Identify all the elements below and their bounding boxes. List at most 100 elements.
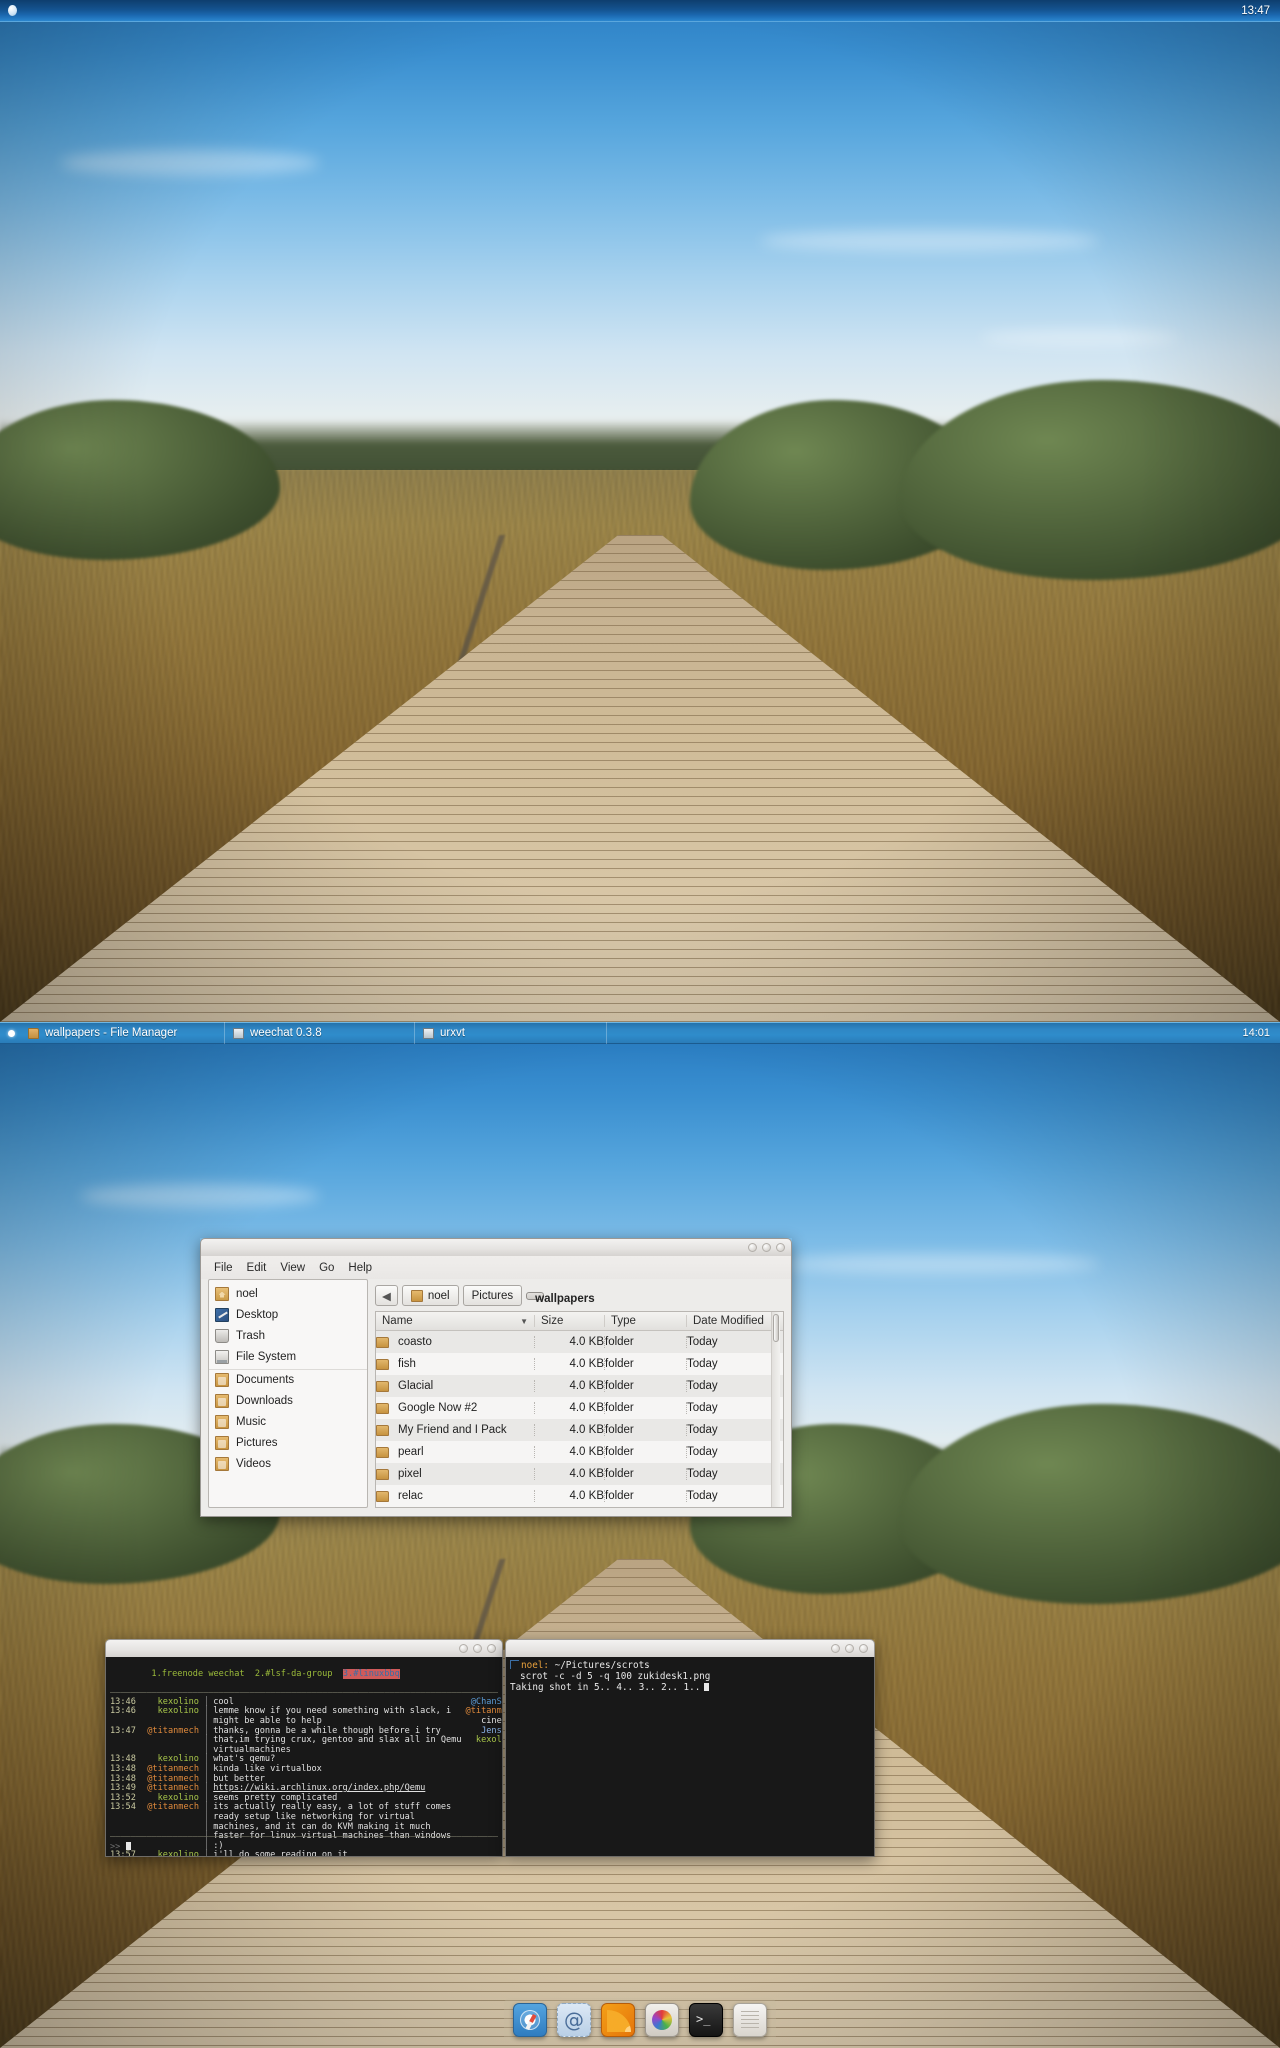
nicklist-item[interactable]: kexolino	[466, 1736, 502, 1746]
file-type: folder	[605, 1468, 687, 1480]
file-size: 4.0 KB	[535, 1380, 605, 1392]
menu-view[interactable]: View	[273, 1261, 312, 1275]
table-row[interactable]: My Friend and I Pack 4.0 KB folder Today	[376, 1419, 783, 1441]
file-manager-window[interactable]: File Edit View Go Help noel Desktop Tras…	[200, 1238, 792, 1517]
sidebar-item-label: Videos	[236, 1457, 271, 1470]
back-button[interactable]: ◀	[375, 1285, 398, 1306]
maximize-button[interactable]	[473, 1644, 482, 1653]
orange-app-icon[interactable]	[601, 2003, 635, 2037]
sidebar-item-noel[interactable]: noel	[209, 1283, 367, 1304]
prompt-path: ~/Pictures/scrots	[554, 1660, 650, 1671]
breadcrumb-noel[interactable]: noel	[401, 1285, 459, 1306]
file-date: Today	[687, 1380, 718, 1392]
menu-edit[interactable]: Edit	[240, 1261, 274, 1275]
sidebar-item-desktop[interactable]: Desktop	[209, 1304, 367, 1325]
nick	[144, 1813, 204, 1823]
sidebar-item-music[interactable]: Music	[209, 1411, 367, 1432]
terminal-icon	[423, 1027, 434, 1039]
sidebar-item-pictures[interactable]: Pictures	[209, 1432, 367, 1453]
menubar[interactable]: File Edit View Go Help	[201, 1256, 791, 1279]
weechat-buffer-bar[interactable]: 1.freenode weechat 2.#lsf-da-group 3.#li…	[110, 1660, 498, 1689]
breadcrumb-pictures[interactable]: Pictures	[462, 1285, 523, 1306]
weechat-window[interactable]: 1.freenode weechat 2.#lsf-da-group 3.#li…	[105, 1639, 503, 1857]
table-row[interactable]: pixel 4.0 KB folder Today	[376, 1463, 783, 1485]
column-header-date[interactable]: Date Modified	[687, 1315, 783, 1327]
table-row[interactable]: Glacial 4.0 KB folder Today	[376, 1375, 783, 1397]
table-row[interactable]: relac 4.0 KB folder Today	[376, 1485, 783, 1507]
close-button[interactable]	[859, 1644, 868, 1653]
text-cursor	[125, 1842, 131, 1851]
maximize-button[interactable]	[845, 1644, 854, 1653]
sidebar-item-videos[interactable]: Videos	[209, 1453, 367, 1474]
close-button[interactable]	[776, 1243, 785, 1252]
file-name-cell[interactable]: relac	[376, 1490, 535, 1502]
drive-icon	[215, 1349, 229, 1364]
sidebar-item-downloads[interactable]: Downloads	[209, 1390, 367, 1411]
sidebar-item-trash[interactable]: Trash	[209, 1325, 367, 1346]
taskbar-item-weechat[interactable]: weechat 0.3.8	[224, 1022, 414, 1044]
image-editor-icon[interactable]	[645, 2003, 679, 2037]
file-list-table[interactable]: Name ▼ Size Type Date Modified coasto 4.…	[375, 1311, 784, 1508]
file-name-cell[interactable]: fish	[376, 1358, 535, 1370]
terminal-icon[interactable]	[689, 2003, 723, 2037]
folder-icon	[28, 1027, 39, 1039]
status-dot-icon[interactable]	[8, 1029, 15, 1037]
file-name-cell[interactable]: Google Now #2	[376, 1402, 535, 1414]
sidebar-item-label: Pictures	[236, 1436, 278, 1449]
file-name: Google Now #2	[398, 1402, 478, 1414]
dock[interactable]	[504, 1998, 776, 2042]
pathbar[interactable]: ◀ noel Pictures wallpapers	[375, 1285, 784, 1306]
maximize-button[interactable]	[762, 1243, 771, 1252]
column-header-type[interactable]: Type	[605, 1315, 687, 1327]
minimize-button[interactable]	[831, 1644, 840, 1653]
file-name-cell[interactable]: My Friend and I Pack	[376, 1424, 535, 1436]
nick: @titanmech	[147, 1725, 199, 1736]
table-row[interactable]: pearl 4.0 KB folder Today	[376, 1441, 783, 1463]
file-size: 4.0 KB	[535, 1336, 605, 1348]
menu-go[interactable]: Go	[312, 1261, 341, 1275]
taskbar[interactable]: wallpapers - File Manager weechat 0.3.8 …	[0, 1022, 1280, 1044]
minimize-button[interactable]	[459, 1644, 468, 1653]
shell-command: scrot -c -d 5 -q 100 zukidesk1.png	[520, 1671, 711, 1682]
taskbar-item-urxvt[interactable]: urxvt	[414, 1022, 606, 1044]
table-row[interactable]: coasto 4.0 KB folder Today	[376, 1331, 783, 1353]
table-header[interactable]: Name ▼ Size Type Date Modified	[376, 1312, 783, 1331]
file-name-cell[interactable]: Glacial	[376, 1380, 535, 1392]
column-label: Name	[382, 1315, 413, 1327]
files-icon[interactable]	[733, 2003, 767, 2037]
menu-file[interactable]: File	[207, 1261, 240, 1275]
urxvt-window[interactable]: noel: ~/Pictures/scrots scrot -c -d 5 -q…	[505, 1639, 875, 1857]
minimize-button[interactable]	[748, 1243, 757, 1252]
vertical-scrollbar[interactable]	[771, 1312, 780, 1507]
taskbar-item-filemanager[interactable]: wallpapers - File Manager	[24, 1022, 224, 1044]
breadcrumb-wallpapers[interactable]: wallpapers	[526, 1291, 595, 1305]
status-dot-icon[interactable]	[8, 5, 17, 16]
urxvt-terminal-body[interactable]: noel: ~/Pictures/scrots scrot -c -d 5 -q…	[505, 1657, 875, 1857]
file-name-cell[interactable]: coasto	[376, 1336, 535, 1348]
sort-arrow-icon[interactable]: ▼	[520, 1317, 528, 1326]
separator-line: ————————————————————————————————————————…	[110, 1833, 498, 1842]
scrollbar-thumb[interactable]	[773, 1314, 779, 1342]
sidebar-item-filesystem[interactable]: File System	[209, 1346, 367, 1367]
table-row[interactable]: fish 4.0 KB folder Today	[376, 1353, 783, 1375]
column-header-name[interactable]: Name ▼	[376, 1315, 535, 1327]
window-titlebar[interactable]	[505, 1639, 875, 1657]
sidebar-item-documents[interactable]: Documents	[209, 1369, 367, 1390]
file-name-cell[interactable]: pearl	[376, 1446, 535, 1458]
browser-icon[interactable]	[513, 2003, 547, 2037]
weechat-terminal-body[interactable]: 1.freenode weechat 2.#lsf-da-group 3.#li…	[105, 1657, 503, 1857]
places-sidebar[interactable]: noel Desktop Trash File System Documents…	[208, 1279, 368, 1508]
table-row[interactable]: Google Now #2 4.0 KB folder Today	[376, 1397, 783, 1419]
top-panel[interactable]: 13:47	[0, 0, 1280, 22]
buffer-highlight[interactable]: 3.#linuxbbq	[342, 1668, 400, 1679]
timestamp: 13:47	[110, 1725, 136, 1736]
mail-icon[interactable]	[557, 2003, 591, 2037]
sidebar-item-label: noel	[236, 1287, 258, 1300]
window-titlebar[interactable]	[200, 1238, 792, 1256]
close-button[interactable]	[487, 1644, 496, 1653]
column-header-size[interactable]: Size	[535, 1315, 605, 1327]
menu-help[interactable]: Help	[341, 1261, 379, 1275]
file-name-cell[interactable]: pixel	[376, 1468, 535, 1480]
weechat-input[interactable]: >>	[110, 1842, 131, 1853]
window-titlebar[interactable]	[105, 1639, 503, 1657]
